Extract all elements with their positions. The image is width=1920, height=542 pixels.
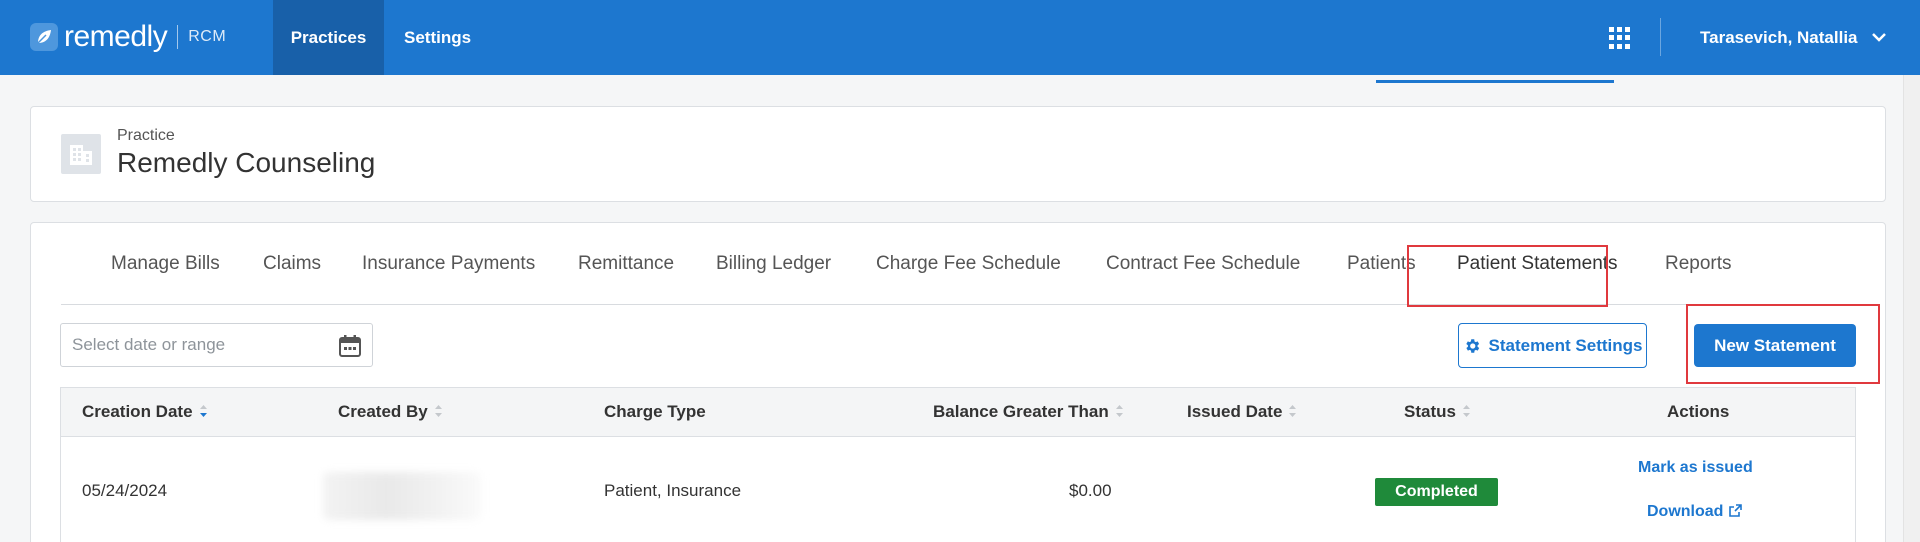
table-header: Creation Date Created By Charge Type Bal… (60, 387, 1856, 437)
remedly-logo[interactable]: remedly RCM (30, 20, 226, 54)
sort-icon[interactable] (434, 404, 443, 418)
tab-reports[interactable]: Reports (1665, 223, 1732, 305)
tab-billing-ledger[interactable]: Billing Ledger (716, 223, 831, 305)
sort-icon[interactable] (1462, 404, 1471, 418)
brand-name: remedly (64, 20, 168, 53)
status-badge: Completed (1375, 478, 1498, 506)
header-divider (1660, 18, 1661, 56)
download-link[interactable]: Download (1647, 503, 1743, 521)
statement-settings-button[interactable]: Statement Settings (1458, 323, 1647, 368)
nav-settings[interactable]: Settings (384, 0, 491, 75)
column-header-issued-date[interactable]: Issued Date (1187, 388, 1297, 436)
external-link-icon (1729, 504, 1743, 517)
active-tab-indicator (1376, 80, 1614, 83)
cell-charge-type: Patient, Insurance (604, 481, 742, 500)
brand-divider (177, 25, 179, 49)
column-header-actions: Actions (1667, 402, 1730, 421)
mark-as-issued-link[interactable]: Mark as issued (1638, 459, 1753, 477)
date-range-input[interactable] (61, 324, 321, 366)
brand-subtitle: RCM (188, 28, 227, 45)
sort-icon[interactable] (1115, 404, 1124, 418)
sort-icon[interactable] (199, 404, 208, 418)
column-header-creation-date[interactable]: Creation Date (82, 388, 208, 436)
tab-patient-statements[interactable]: Patient Statements (1457, 223, 1618, 305)
gear-icon (1465, 338, 1479, 353)
cell-creation-date: 05/24/2024 (82, 481, 168, 500)
cell-balance-greater-than: $0.00 (1069, 481, 1112, 500)
tab-manage-bills[interactable]: Manage Bills (111, 223, 220, 305)
chevron-down-icon (1871, 33, 1886, 42)
tab-claims[interactable]: Claims (263, 223, 321, 305)
tab-remittance[interactable]: Remittance (578, 223, 674, 305)
tab-contract-fee-schedule[interactable]: Contract Fee Schedule (1106, 223, 1300, 305)
apps-grid-icon[interactable] (1609, 27, 1631, 49)
top-navigation-bar: remedly RCM Practices Settings Tarasevic… (0, 0, 1920, 75)
sort-icon[interactable] (1288, 404, 1297, 418)
leaf-icon (30, 23, 58, 51)
tab-insurance-payments[interactable]: Insurance Payments (362, 223, 535, 305)
column-header-status[interactable]: Status (1404, 388, 1471, 436)
billing-tabs: Manage Bills Claims Insurance Payments R… (61, 223, 1857, 305)
nav-practices[interactable]: Practices (273, 0, 384, 75)
date-range-field[interactable] (60, 323, 373, 367)
practice-card: Practice Remedly Counseling (30, 106, 1886, 202)
tab-charge-fee-schedule[interactable]: Charge Fee Schedule (876, 223, 1061, 305)
user-name: Tarasevich, Natallia (1700, 27, 1858, 47)
page-scrollbar[interactable] (1903, 75, 1920, 542)
new-statement-button[interactable]: New Statement (1694, 324, 1856, 367)
table-row: 05/24/2024 Patient, Insurance $0.00 Comp… (60, 437, 1856, 542)
column-header-charge-type: Charge Type (604, 402, 706, 421)
cell-created-by-redacted (323, 472, 481, 520)
practice-name: Remedly Counseling (117, 147, 376, 178)
statement-settings-label: Statement Settings (1488, 335, 1643, 355)
practice-label: Practice (117, 127, 175, 144)
calendar-icon[interactable] (338, 334, 362, 358)
tab-patients[interactable]: Patients (1347, 223, 1416, 305)
user-menu[interactable]: Tarasevich, Natallia (1700, 0, 1886, 75)
column-header-created-by[interactable]: Created By (338, 388, 443, 436)
column-header-balance-greater-than[interactable]: Balance Greater Than (933, 388, 1124, 436)
building-icon (61, 134, 101, 174)
